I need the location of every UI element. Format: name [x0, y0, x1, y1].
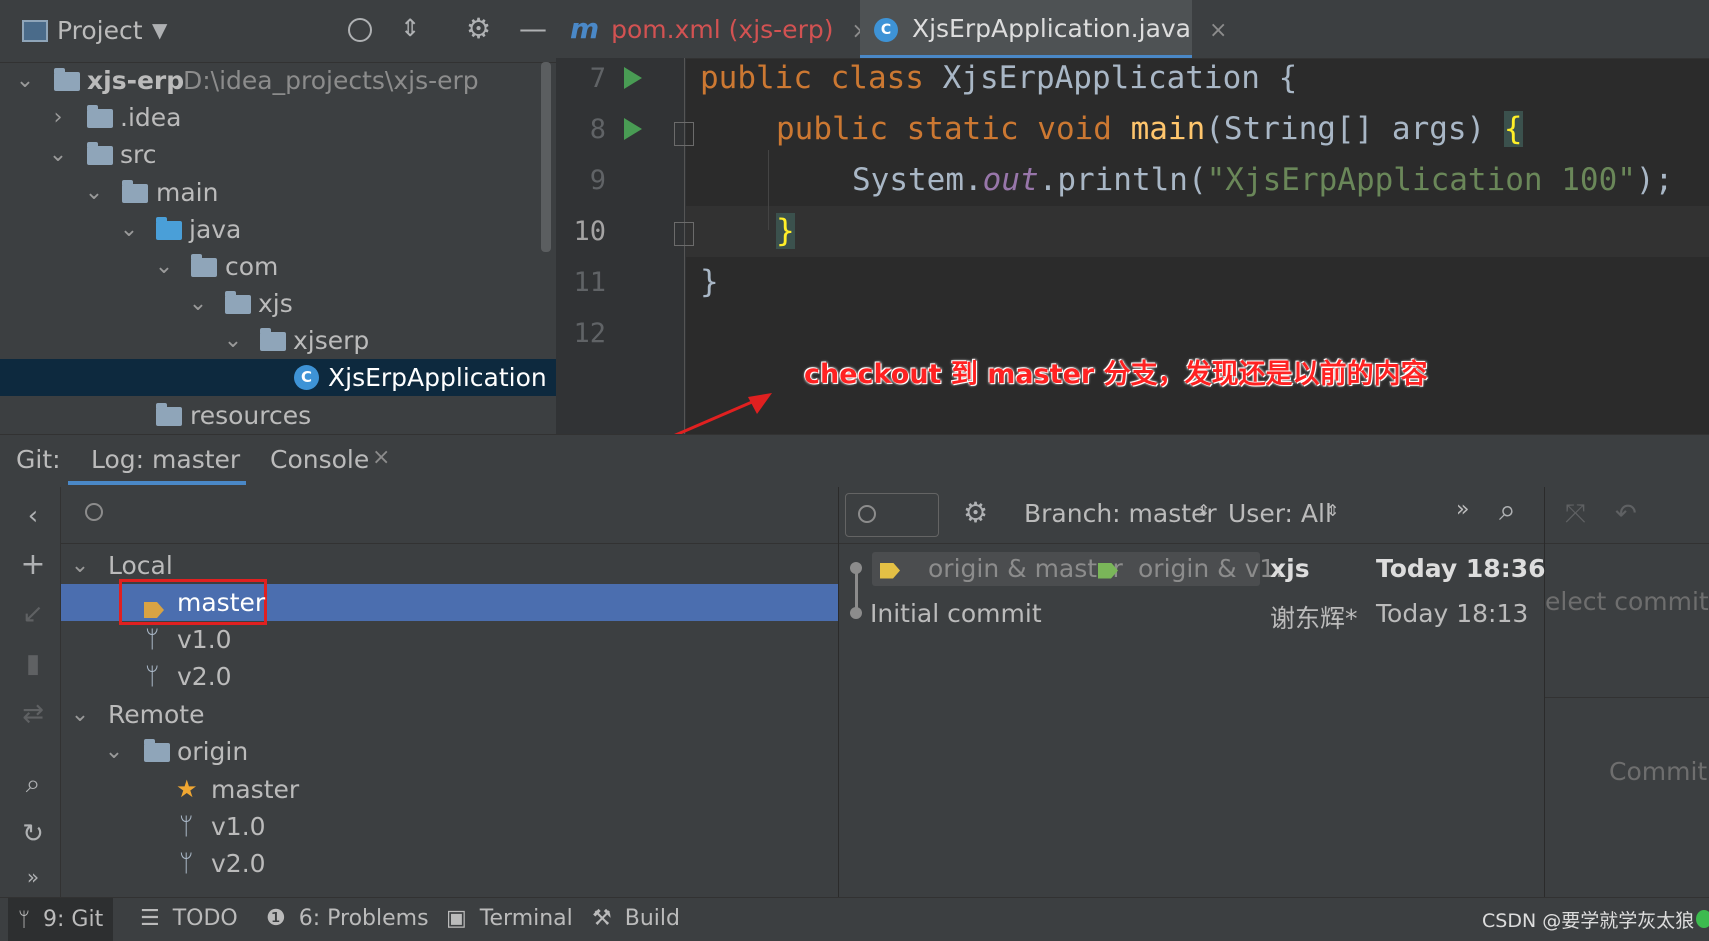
tab-log-master[interactable]: Log: master [91, 445, 240, 474]
commit-node [850, 562, 862, 574]
branch-local-v1[interactable]: ᛘ v1.0 [61, 621, 838, 658]
watermark: CSDN @要学就学灰太狼 [1482, 910, 1695, 932]
details-separator [1545, 543, 1709, 544]
statusbar-label: 9: Git [43, 907, 104, 932]
details-separator [1545, 697, 1709, 698]
status-indicator [1696, 910, 1709, 928]
branch-icon: ᛘ [179, 812, 194, 840]
more-icon[interactable]: » [18, 865, 48, 889]
branch-remote-origin[interactable]: ⌄ origin [61, 733, 838, 770]
cherry-pick-icon[interactable]: ⤧ [1565, 499, 1586, 530]
statusbar-label: 6: Problems [298, 906, 429, 931]
statusbar-label: Terminal [479, 906, 573, 931]
user-filter[interactable]: User: All [1228, 499, 1332, 528]
chevron-down-icon[interactable]: ⌄ [69, 553, 91, 578]
branch-icon: ᛘ [145, 625, 160, 653]
commit-message: Initial commit [870, 599, 1042, 628]
log-search-input[interactable] [845, 493, 939, 537]
git-left-toolbar: ‹ + ↙ ▮ ⇄ ⌕ ↻ » [0, 487, 61, 897]
group-label: origin [177, 737, 249, 766]
close-icon[interactable]: × [372, 445, 390, 470]
tag-icon [880, 560, 910, 579]
branch-filter[interactable]: Branch: master [1024, 499, 1217, 528]
branch-remote-v1[interactable]: ᛘ v1.0 [61, 808, 838, 845]
commit-date: Today 18:36 [1376, 554, 1546, 583]
add-icon[interactable]: + [18, 547, 48, 582]
branch-label: master [211, 775, 300, 804]
tab-console[interactable]: Console [270, 445, 369, 474]
chevron-down-icon[interactable]: ⌄ [69, 702, 91, 727]
folder-icon [144, 739, 170, 762]
statusbar-build[interactable]: ⚒ Build [592, 906, 680, 931]
details-hint: Commit d [1609, 757, 1709, 786]
statusbar-problems[interactable]: ❶ 6: Problems [266, 906, 429, 931]
branch-label: master [177, 588, 266, 617]
group-label: Local [108, 551, 173, 580]
commit-log-panel [839, 487, 1545, 897]
search-icon[interactable]: ⌕ [1499, 493, 1516, 528]
commit-row[interactable]: origin & master origin & v1. xjs Today 1… [870, 550, 1546, 590]
statusbar-label: Build [624, 906, 680, 931]
git-label: Git: [16, 445, 61, 474]
compare-icon[interactable]: ⇄ [18, 699, 48, 729]
statusbar-terminal[interactable]: ▣ Terminal [446, 906, 573, 931]
tag-icon [1098, 560, 1128, 579]
commit-date: Today 18:13 [1376, 599, 1529, 628]
branch-remote-v2[interactable]: ᛘ v2.0 [61, 845, 838, 882]
commit-refs: origin & v1. [1138, 554, 1284, 583]
commit-details-panel: ⤧ ↶ elect commit to Commit d [1545, 487, 1709, 897]
git-branch-icon: ᛘ [18, 907, 30, 931]
git-tool-tabs: Git: Log: master Console × [0, 434, 1709, 488]
list-icon: ☰ [140, 906, 160, 931]
back-icon[interactable]: ‹ [18, 501, 48, 531]
commit-refs: origin & master [928, 554, 1123, 583]
hammer-icon: ⚒ [592, 906, 612, 931]
branch-label: v1.0 [211, 812, 266, 841]
branch-label: v1.0 [177, 625, 232, 654]
status-bar: ᛘ 9: Git ☰ TODO ❶ 6: Problems ▣ Terminal… [0, 897, 1709, 941]
delete-icon[interactable]: ▮ [18, 649, 48, 679]
update-icon[interactable]: ↙ [18, 599, 48, 629]
commit-row[interactable]: Initial commit 谢东辉* Today 18:13 [870, 595, 1544, 635]
details-hint: elect commit to [1545, 587, 1709, 616]
statusbar-label: TODO [172, 906, 238, 931]
gear-icon[interactable]: ⚙ [963, 496, 988, 529]
statusbar-todo[interactable]: ☰ TODO [140, 906, 238, 931]
problems-icon: ❶ [266, 906, 286, 931]
branch-icon: ᛘ [179, 849, 194, 877]
chevron-updown-icon: ⇕ [1326, 501, 1340, 520]
statusbar-git[interactable]: ᛘ 9: Git [8, 898, 114, 941]
undo-icon[interactable]: ↶ [1615, 499, 1637, 529]
more-icon[interactable]: » [1456, 497, 1469, 522]
search-icon[interactable]: ⌕ [18, 769, 48, 800]
branch-group-remote[interactable]: ⌄ Remote [61, 696, 838, 733]
branch-local-master[interactable]: master [61, 579, 838, 625]
commit-author: 谢东辉* [1270, 604, 1358, 633]
log-toolbar: ⚙ Branch: master ⇕ User: All ⇕ » ⌕ [839, 487, 1544, 544]
commit-author: xjs [1270, 554, 1310, 583]
commit-node [850, 607, 862, 619]
search-icon [85, 503, 103, 521]
active-tab-underline [68, 481, 246, 485]
branch-search[interactable] [61, 487, 838, 544]
search-icon [858, 505, 876, 523]
refresh-icon[interactable]: ↻ [18, 819, 48, 849]
chevron-updown-icon: ⇕ [1197, 501, 1211, 520]
tag-icon [144, 594, 174, 623]
branch-label: v2.0 [211, 849, 266, 878]
branch-local-v2[interactable]: ᛘ v2.0 [61, 658, 838, 695]
group-label: Remote [108, 700, 205, 729]
terminal-icon: ▣ [446, 906, 467, 931]
star-icon: ★ [176, 775, 198, 803]
chevron-down-icon[interactable]: ⌄ [103, 739, 125, 764]
branch-icon: ᛘ [145, 662, 160, 690]
branch-label: v2.0 [177, 662, 232, 691]
branch-remote-master[interactable]: ★ master [61, 771, 838, 808]
